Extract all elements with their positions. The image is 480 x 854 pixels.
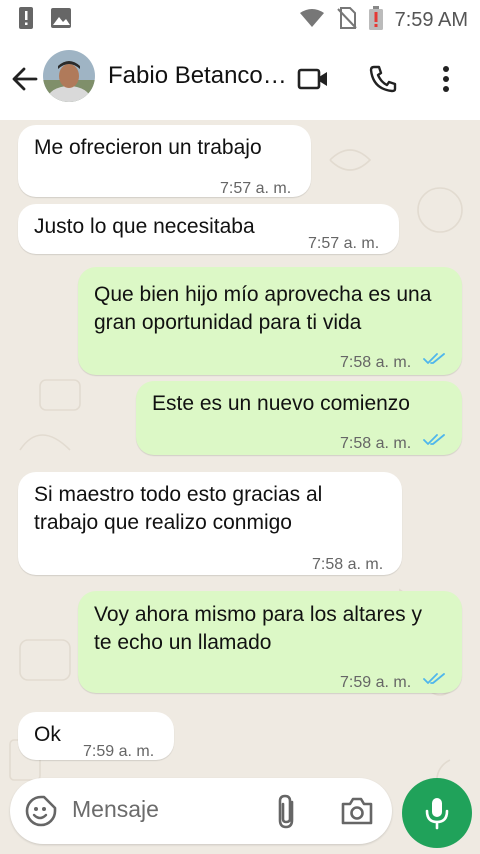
status-bar: 7:59 AM [0,0,480,38]
message-bubble-incoming[interactable]: Justo lo que necesitaba 7:57 a. m. [18,204,399,254]
message-time: 7:59 a. m. [340,674,412,691]
avatar[interactable] [43,50,95,102]
microphone-icon[interactable] [402,778,472,848]
message-text: Este es un nuevo comienzo [152,392,410,415]
message-time: 7:57 a. m. [220,180,292,197]
read-receipt-icon [423,353,445,364]
message-text: Justo lo que necesitaba [34,215,255,238]
read-receipt-icon [423,673,445,684]
message-text: Me ofrecieron un trabajo [34,136,262,159]
chat-area[interactable]: Me ofrecieron un trabajo 7:57 a. m. Just… [0,120,480,854]
more-options-icon[interactable] [429,62,463,96]
message-time: 7:57 a. m. [308,235,380,252]
back-arrow-icon[interactable] [10,64,40,94]
message-time: 7:58 a. m. [312,556,384,573]
message-time: 7:58 a. m. [340,354,412,371]
message-text: Que bien hijo mío aprovecha es una gran … [94,283,432,334]
read-receipt-icon [423,434,445,445]
image-icon [50,7,72,34]
wifi-icon [299,8,325,33]
message-text: Si maestro todo esto gracias al trabajo … [34,483,323,534]
message-bubble-outgoing[interactable]: Este es un nuevo comienzo 7:58 a. m. [136,381,462,455]
battery-alert-icon [368,6,383,35]
sticker-icon[interactable] [24,794,58,828]
phone-icon[interactable] [366,62,400,96]
chat-header: Fabio Betancourt [0,38,480,120]
attach-icon[interactable] [274,792,300,830]
message-time: 7:59 a. m. [83,743,155,760]
message-bubble-outgoing[interactable]: Voy ahora mismo para los altares y te ec… [78,591,462,693]
warning-icon [18,6,34,35]
video-call-icon[interactable] [296,62,330,96]
message-bubble-outgoing[interactable]: Que bien hijo mío aprovecha es una gran … [78,267,462,375]
message-bubble-incoming[interactable]: Ok 7:59 a. m. [18,712,174,760]
contact-name[interactable]: Fabio Betancourt [108,62,288,90]
message-bubble-incoming[interactable]: Si maestro todo esto gracias al trabajo … [18,472,402,575]
message-text: Voy ahora mismo para los altares y te ec… [94,603,422,654]
no-sim-icon [336,7,357,34]
message-time: 7:58 a. m. [340,435,412,452]
camera-icon[interactable] [340,796,374,826]
status-time: 7:59 AM [394,9,468,31]
message-input-bar[interactable]: Mensaje [10,778,392,844]
message-bubble-incoming[interactable]: Me ofrecieron un trabajo 7:57 a. m. [18,125,311,197]
message-input[interactable]: Mensaje [72,796,159,823]
